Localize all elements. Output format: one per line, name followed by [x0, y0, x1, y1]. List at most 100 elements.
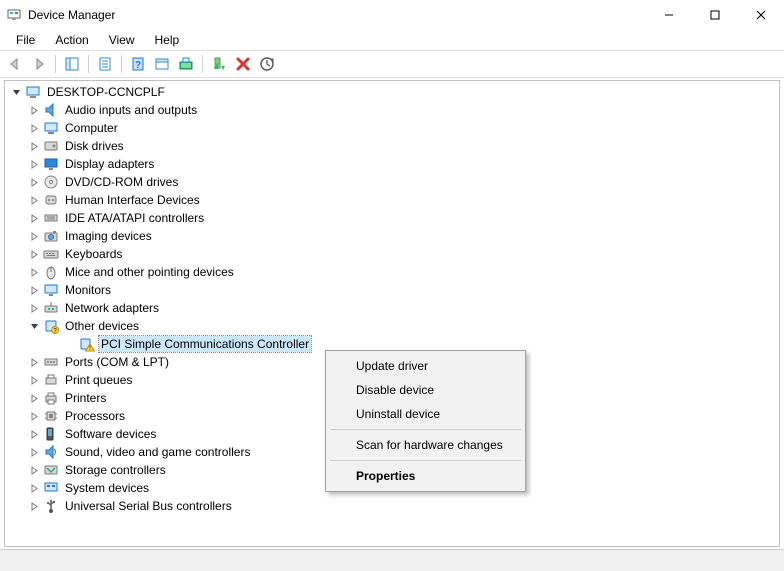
tree-item-human-interface-devices[interactable]: Human Interface Devices: [9, 191, 775, 209]
imaging-icon: [43, 228, 59, 244]
tree-item-label: Sound, video and game controllers: [63, 444, 252, 460]
ctx-update-driver[interactable]: Update driver: [328, 354, 523, 378]
hid-icon: [43, 192, 59, 208]
tree-item-label: Printers: [63, 390, 108, 406]
port-icon: [43, 354, 59, 370]
monitor-icon: [43, 282, 59, 298]
properties-button[interactable]: [94, 53, 116, 75]
storage-icon: [43, 462, 59, 478]
expander-icon[interactable]: [27, 463, 41, 477]
tree-item-label: Human Interface Devices: [63, 192, 202, 208]
tree-item-label: Print queues: [63, 372, 134, 388]
ctx-properties[interactable]: Properties: [328, 464, 523, 488]
tree-item-disk-drives[interactable]: Disk drives: [9, 137, 775, 155]
close-button[interactable]: [738, 0, 784, 30]
tree-item-root[interactable]: DESKTOP-CCNCPLF: [9, 83, 775, 101]
expander-icon[interactable]: [27, 229, 41, 243]
update-driver-button[interactable]: [175, 53, 197, 75]
menu-help[interactable]: Help: [147, 31, 188, 49]
expander-icon[interactable]: [27, 139, 41, 153]
tree-item-label: Other devices: [63, 318, 141, 334]
statusbar: [0, 549, 784, 571]
tree-item-label: PCI Simple Communications Controller: [99, 336, 311, 352]
toolbar-separator: [88, 55, 89, 73]
tree-item-monitors[interactable]: Monitors: [9, 281, 775, 299]
tree-item-keyboards[interactable]: Keyboards: [9, 245, 775, 263]
expander-icon[interactable]: [27, 499, 41, 513]
computer-icon: [43, 120, 59, 136]
tree-item-label: Universal Serial Bus controllers: [63, 498, 234, 514]
maximize-button[interactable]: [692, 0, 738, 30]
expander-icon[interactable]: [27, 265, 41, 279]
printqueue-icon: [43, 372, 59, 388]
expander-icon[interactable]: [27, 301, 41, 315]
tree-item-label: Network adapters: [63, 300, 161, 316]
tree-item-imaging-devices[interactable]: Imaging devices: [9, 227, 775, 245]
tree-item-audio-inputs-and-outputs[interactable]: Audio inputs and outputs: [9, 101, 775, 119]
expander-icon[interactable]: [27, 391, 41, 405]
expander-icon[interactable]: [27, 427, 41, 441]
expander-icon[interactable]: [27, 157, 41, 171]
svg-text:?: ?: [135, 60, 141, 71]
tree-item-network-adapters[interactable]: Network adapters: [9, 299, 775, 317]
ctx-disable-device[interactable]: Disable device: [328, 378, 523, 402]
warning-icon: !: [79, 336, 95, 352]
menu-view[interactable]: View: [101, 31, 143, 49]
tree-item-label: Display adapters: [63, 156, 156, 172]
mouse-icon: [43, 264, 59, 280]
toolbar-separator: [202, 55, 203, 73]
toolbar-separator: [121, 55, 122, 73]
expander-icon[interactable]: [27, 283, 41, 297]
expander-icon[interactable]: [27, 373, 41, 387]
expander-icon[interactable]: [27, 193, 41, 207]
menubar: File Action View Help: [0, 30, 784, 50]
tree-item-label: Imaging devices: [63, 228, 154, 244]
minimize-button[interactable]: [646, 0, 692, 30]
expander-icon[interactable]: [9, 85, 23, 99]
tree-item-computer[interactable]: Computer: [9, 119, 775, 137]
tree-item-label: Monitors: [63, 282, 113, 298]
software-icon: [43, 426, 59, 442]
expander-icon[interactable]: [27, 247, 41, 261]
cpu-icon: [43, 408, 59, 424]
tree-item-other-devices[interactable]: ?Other devices: [9, 317, 775, 335]
tree-item-universal-serial-bus-controllers[interactable]: Universal Serial Bus controllers: [9, 497, 775, 515]
action-button[interactable]: [151, 53, 173, 75]
ctx-separator: [330, 460, 521, 461]
tree-item-ide-ata-atapi-controllers[interactable]: IDE ATA/ATAPI controllers: [9, 209, 775, 227]
ctx-scan-hardware[interactable]: Scan for hardware changes: [328, 433, 523, 457]
window-title: Device Manager: [28, 8, 646, 22]
tree-item-dvd-cd-rom-drives[interactable]: DVD/CD-ROM drives: [9, 173, 775, 191]
titlebar: Device Manager: [0, 0, 784, 30]
help-button[interactable]: ?: [127, 53, 149, 75]
expander-icon[interactable]: [27, 121, 41, 135]
expander-icon[interactable]: [27, 211, 41, 225]
uninstall-device-button[interactable]: [232, 53, 254, 75]
expander-icon[interactable]: [27, 355, 41, 369]
display-icon: [43, 156, 59, 172]
back-button[interactable]: [4, 53, 26, 75]
tree-item-display-adapters[interactable]: Display adapters: [9, 155, 775, 173]
tree-item-label: Mice and other pointing devices: [63, 264, 236, 280]
window-controls: [646, 0, 784, 30]
expander-icon[interactable]: [27, 175, 41, 189]
ctx-uninstall-device[interactable]: Uninstall device: [328, 402, 523, 426]
expander-icon[interactable]: [27, 319, 41, 333]
ctx-separator: [330, 429, 521, 430]
expander-icon[interactable]: [27, 103, 41, 117]
audio-icon: [43, 102, 59, 118]
expander-icon[interactable]: [27, 445, 41, 459]
forward-button[interactable]: [28, 53, 50, 75]
expander-icon[interactable]: [27, 481, 41, 495]
show-hide-tree-button[interactable]: [61, 53, 83, 75]
enable-device-button[interactable]: [208, 53, 230, 75]
tree-item-mice-and-other-pointing-devices[interactable]: Mice and other pointing devices: [9, 263, 775, 281]
toolbar: ?: [0, 50, 784, 78]
menu-action[interactable]: Action: [47, 31, 96, 49]
context-menu: Update driver Disable device Uninstall d…: [325, 350, 526, 492]
tree-item-label: System devices: [63, 480, 151, 496]
expander-icon[interactable]: [27, 409, 41, 423]
tree-item-label: Computer: [63, 120, 120, 136]
menu-file[interactable]: File: [8, 31, 43, 49]
scan-hardware-button[interactable]: [256, 53, 278, 75]
